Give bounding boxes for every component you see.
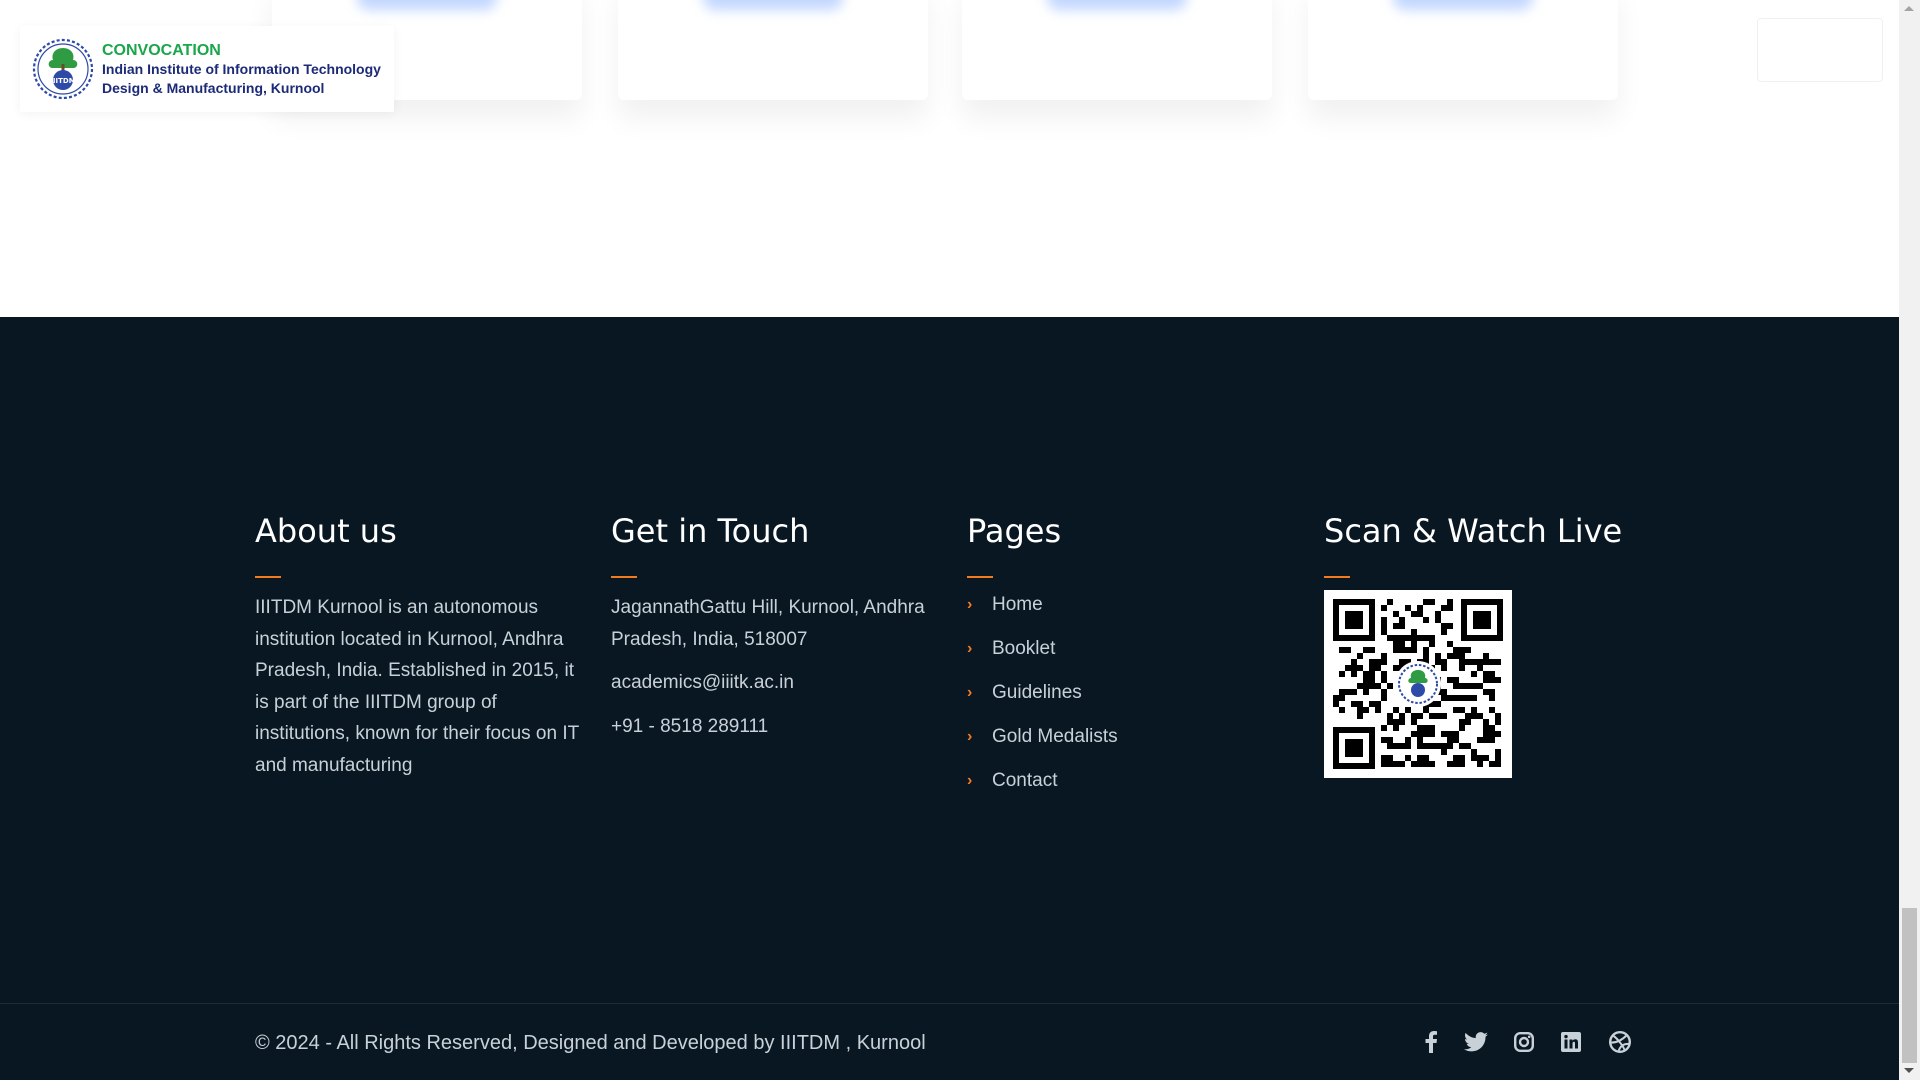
seal-text: IIITDM <box>50 77 75 85</box>
faded-card-button[interactable] <box>357 0 497 10</box>
logo-text: CONVOCATION Indian Institute of Informat… <box>102 41 381 98</box>
contact-column: Get in Touch JagannathGattu Hill, Kurnoo… <box>611 511 931 754</box>
about-title: About us <box>255 512 397 550</box>
dribbble-icon[interactable] <box>1607 1029 1633 1055</box>
faded-card-button[interactable] <box>1047 0 1187 10</box>
logo-title: CONVOCATION <box>102 41 221 59</box>
institute-seal-icon: IIITDM <box>32 38 94 100</box>
scroll-down-arrow-icon[interactable] <box>1904 1068 1914 1073</box>
pages-title: Pages <box>967 512 1062 550</box>
footer-divider <box>0 1003 1899 1004</box>
footer-link-guidelines[interactable]: › Guidelines <box>967 671 1267 715</box>
footer-link-label: Booklet <box>992 638 1056 659</box>
faded-card-button[interactable] <box>703 0 843 10</box>
chevron-right-icon: › <box>967 728 973 745</box>
footer-link-home[interactable]: › Home <box>967 583 1267 627</box>
copyright-text: © 2024 - All Rights Reserved, Designed a… <box>255 1032 926 1054</box>
pages-column: Pages › Home › Booklet › Guidelines › Gold M… <box>967 511 1267 803</box>
footer-link-booklet[interactable]: › Booklet <box>967 627 1267 671</box>
accent-divider <box>1324 576 1350 578</box>
accent-divider <box>967 576 993 578</box>
footer-link-label: Home <box>992 594 1043 615</box>
page: IIITDM CONVOCATION Indian Institute of I… <box>0 0 1899 1080</box>
footer-link-label: Guidelines <box>992 682 1082 703</box>
footer-link-contact[interactable]: › Contact <box>967 759 1267 803</box>
contact-address: JagannathGattu Hill, Kurnool, Andhra Pra… <box>611 597 925 650</box>
site-logo[interactable]: IIITDM CONVOCATION Indian Institute of I… <box>20 26 394 112</box>
nav-action-button[interactable] <box>1757 18 1883 82</box>
chevron-right-icon: › <box>967 772 973 789</box>
contact-title: Get in Touch <box>611 512 810 550</box>
chevron-right-icon: › <box>967 596 973 613</box>
faded-card-button[interactable] <box>1393 0 1533 10</box>
page-scrollbar[interactable] <box>1899 0 1920 1080</box>
footer-link-gold-medalists[interactable]: › Gold Medalists <box>967 715 1267 759</box>
live-title: Scan & Watch Live <box>1324 512 1623 550</box>
accent-divider <box>611 576 637 578</box>
logo-subtitle-2: Design & Manufacturing, Kurnool <box>102 79 325 96</box>
faded-card <box>618 0 928 100</box>
contact-phone-link[interactable]: +91 - 8518 289111 <box>611 711 931 743</box>
live-column: Scan & Watch Live <box>1324 511 1644 778</box>
scrollbar-thumb[interactable] <box>1902 908 1917 1063</box>
chevron-right-icon: › <box>967 684 973 701</box>
instagram-icon[interactable] <box>1511 1029 1537 1055</box>
pages-list: › Home › Booklet › Guidelines › Gold Medalis… <box>967 583 1267 803</box>
faded-card <box>962 0 1272 100</box>
linkedin-icon[interactable] <box>1558 1029 1584 1055</box>
footer-link-label: Gold Medalists <box>992 726 1118 747</box>
facebook-icon[interactable] <box>1418 1029 1444 1055</box>
twitter-icon[interactable] <box>1463 1029 1489 1055</box>
footer-link-label: Contact <box>992 770 1058 791</box>
about-text: IIITDM Kurnool is an autonomous institut… <box>255 597 579 776</box>
site-footer: About us IIITDM Kurnool is an autonomous… <box>0 317 1899 1080</box>
accent-divider <box>255 576 281 578</box>
logo-subtitle-1: Indian Institute of Information Technolo… <box>102 60 381 77</box>
faded-card <box>1308 0 1618 100</box>
chevron-right-icon: › <box>967 640 973 657</box>
about-column: About us IIITDM Kurnool is an autonomous… <box>255 511 585 781</box>
contact-email-link[interactable]: academics@iiitk.ac.in <box>611 667 931 699</box>
top-section: IIITDM CONVOCATION Indian Institute of I… <box>0 0 1899 317</box>
qr-code-icon[interactable] <box>1324 590 1512 778</box>
scroll-up-arrow-icon[interactable] <box>1904 6 1914 11</box>
qr-code-graphic <box>1324 590 1512 778</box>
